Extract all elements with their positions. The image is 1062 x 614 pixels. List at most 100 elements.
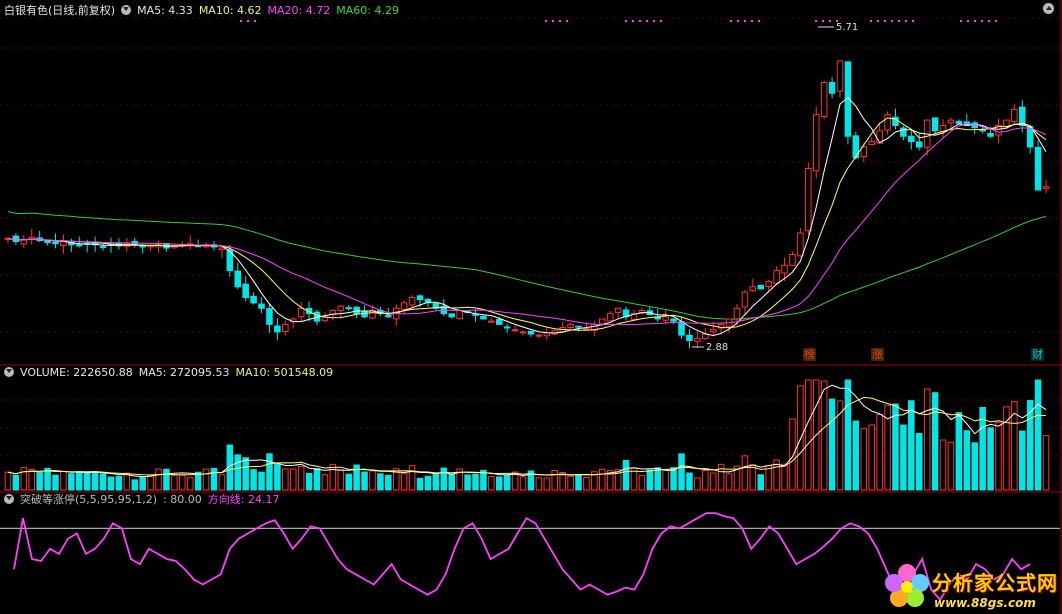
- volume-bar: [923, 388, 931, 491]
- volume-bar: [622, 459, 630, 491]
- volume-bar: [844, 379, 852, 491]
- signal-dot: [884, 20, 886, 22]
- event-marker-bang[interactable]: 榜: [803, 348, 816, 361]
- volume-bar: [678, 453, 685, 491]
- volume-bar: [947, 441, 955, 491]
- signal-dot: [829, 20, 831, 22]
- grid-lines: [0, 0, 1062, 614]
- volume-bar: [266, 453, 273, 491]
- ma10-line: [7, 117, 1047, 331]
- event-marker-cai[interactable]: 财: [1031, 348, 1044, 361]
- candle-body: [297, 307, 305, 318]
- signal-dot: [559, 20, 561, 22]
- volume-bar: [36, 471, 43, 491]
- candlesticks[interactable]: [4, 26, 1050, 349]
- volume-bar: [535, 477, 543, 491]
- volume-bar: [289, 468, 297, 491]
- volume-bar: [915, 432, 923, 491]
- signal-dot: [545, 20, 547, 22]
- volume-bar: [1034, 379, 1042, 491]
- volume-bar: [369, 470, 376, 491]
- volume-bar: [963, 430, 971, 491]
- candle-body: [987, 133, 994, 137]
- volume-bars[interactable]: [4, 379, 1050, 491]
- candle-body: [662, 316, 669, 321]
- candle-body: [773, 270, 780, 284]
- volume-bar: [171, 474, 178, 491]
- volume-bar: [123, 472, 131, 491]
- volume-bar: [52, 474, 59, 491]
- volume-bar: [709, 472, 717, 491]
- volume-bar: [76, 471, 83, 491]
- candle-body: [266, 308, 273, 325]
- volume-bar: [662, 469, 669, 491]
- candle-body: [511, 329, 519, 332]
- dropdown-icon[interactable]: [4, 494, 14, 504]
- event-marker-zhang[interactable]: 涨: [871, 348, 884, 361]
- volume-bar: [670, 467, 677, 491]
- volume-bar: [488, 476, 495, 491]
- volume-bar: [282, 468, 289, 491]
- signal-dot: [815, 20, 817, 22]
- candle-body: [606, 313, 614, 322]
- signal-dot: [625, 20, 627, 22]
- volume-bar: [83, 471, 91, 491]
- volume-bar: [186, 477, 194, 491]
- candle-body: [12, 235, 20, 243]
- candle-body: [694, 337, 701, 342]
- volume-bar: [900, 424, 907, 491]
- volume-label: VOLUME: 222650.88: [20, 366, 133, 379]
- signal-dot: [995, 20, 997, 22]
- volume-bar: [345, 473, 352, 491]
- high-price-label: 5.71: [836, 22, 859, 33]
- volume-bar: [781, 463, 788, 491]
- candle-body: [1042, 186, 1050, 189]
- candle-body: [1018, 106, 1026, 126]
- volume-bar: [638, 475, 646, 491]
- signal-dot: [960, 20, 962, 22]
- candle-body: [519, 331, 527, 334]
- dropdown-icon[interactable]: [121, 5, 132, 15]
- volume-bar: [416, 477, 424, 491]
- candle-body: [638, 309, 646, 313]
- candle-body: [52, 241, 59, 245]
- candle-body: [416, 295, 424, 301]
- chart-canvas[interactable]: [0, 0, 1062, 614]
- candle-body: [274, 325, 281, 333]
- volume-bar: [646, 469, 654, 491]
- signal-dot: [822, 20, 824, 22]
- candle-body: [488, 320, 495, 323]
- ma5-label: MA5: 4.33: [137, 4, 193, 17]
- candle-body: [979, 129, 986, 132]
- volume-bar: [313, 468, 321, 491]
- volume-bar: [717, 463, 725, 491]
- volume-bar: [115, 475, 123, 491]
- volume-bar: [805, 379, 812, 491]
- volume-bar: [329, 463, 337, 491]
- volume-bar: [131, 479, 139, 491]
- signal-dot: [632, 20, 634, 22]
- candle-body: [828, 82, 836, 94]
- candle-body: [797, 232, 804, 257]
- volume-bar: [250, 469, 257, 491]
- candle-body: [805, 168, 812, 232]
- panel-collapse-icon[interactable]: [1043, 3, 1054, 14]
- ma60-path: [7, 211, 1047, 320]
- volume-bar: [163, 468, 170, 491]
- volume-bar: [385, 474, 392, 491]
- signal-dot: [737, 20, 739, 22]
- volume-bar: [955, 412, 963, 491]
- signal-dot: [905, 20, 907, 22]
- candle-body: [789, 254, 796, 266]
- ma20-line: [7, 123, 1047, 326]
- indicator-value: : 80.00: [163, 493, 202, 506]
- candle-body: [480, 315, 487, 320]
- candle-body: [353, 306, 360, 315]
- volume-bar: [1042, 435, 1050, 491]
- candle-body: [614, 307, 622, 314]
- candle-body: [282, 323, 289, 332]
- signal-dot: [974, 20, 976, 22]
- candle-body: [1011, 108, 1018, 123]
- volume-bar: [836, 400, 844, 491]
- dropdown-icon[interactable]: [4, 367, 14, 377]
